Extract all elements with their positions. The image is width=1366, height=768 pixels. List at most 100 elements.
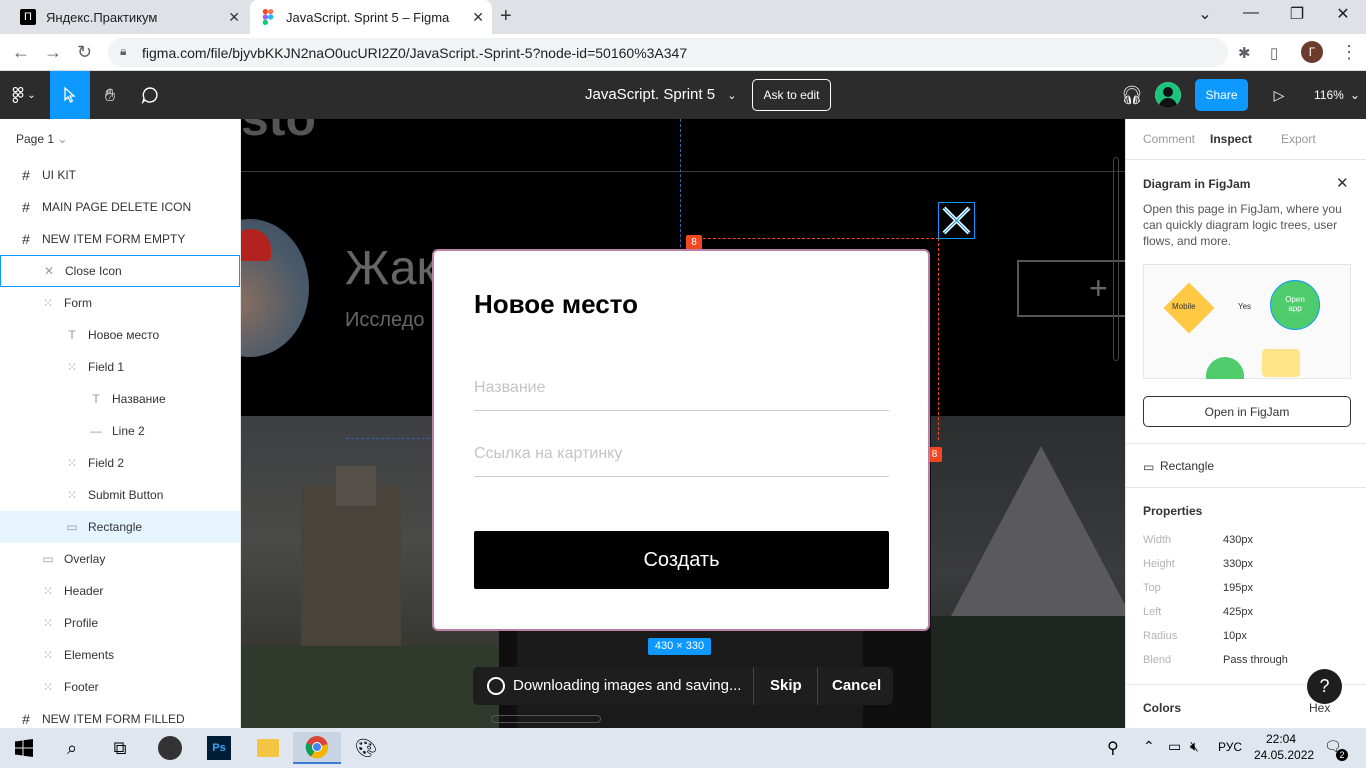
url-text: figma.com/file/bjyvbKKJN2naO0ucURI2Z0/Ja… [142, 44, 688, 61]
layer-item[interactable]: T Название [0, 383, 240, 415]
loading-spinner-icon [487, 677, 505, 695]
menu-kebab-icon[interactable]: ⋮ [1340, 42, 1358, 63]
chrome-icon[interactable] [293, 732, 341, 764]
layer-item[interactable]: ⁙ Field 1 [0, 351, 240, 383]
maximize-icon[interactable]: ❐ [1274, 4, 1320, 24]
clock-date[interactable]: 24.05.2022 [1254, 748, 1314, 762]
file-explorer-icon[interactable] [244, 732, 292, 764]
extensions-icon[interactable]: ✱ [1238, 44, 1251, 62]
layer-item[interactable]: ⁙ Footer [0, 671, 240, 703]
present-play-icon[interactable]: ▷ [1259, 71, 1299, 119]
property-label: Top [1143, 582, 1161, 594]
canvas[interactable]: sto Жак Исследо + 8 8 Новое место Назван… [241, 119, 1125, 728]
hand-tool-icon[interactable]: ✋︎ [90, 71, 130, 119]
layer-type-icon: ⁙ [42, 296, 54, 310]
layer-item[interactable]: ⁙ Elements [0, 639, 240, 671]
layer-item[interactable]: ⁙ Submit Button [0, 479, 240, 511]
figjam-preview: Mobile Yes Open app [1143, 264, 1351, 379]
close-icon[interactable]: ✕ [1336, 174, 1349, 192]
profile-avatar[interactable]: Г [1301, 41, 1323, 63]
layer-item[interactable]: ⁙ Header [0, 575, 240, 607]
layer-item[interactable]: # MAIN PAGE DELETE ICON [0, 191, 240, 223]
zoom-level[interactable]: 116% ⌄ [1314, 88, 1360, 102]
minimize-icon[interactable]: — [1228, 4, 1274, 22]
photoshop-icon[interactable]: Ps [195, 732, 243, 764]
browser-tab-strip: П Яндекс.Практикум ✕ JavaScript. Sprint … [0, 0, 1366, 34]
share-button[interactable]: Share [1195, 79, 1248, 111]
tray-chevron-icon[interactable]: ⌃ [1143, 738, 1155, 755]
forward-icon[interactable]: → [44, 42, 62, 63]
yandex-browser-icon[interactable] [146, 732, 194, 764]
layer-item[interactable]: # UI KIT [0, 159, 240, 191]
canvas-scrollbar[interactable] [1113, 157, 1119, 361]
layer-item[interactable]: ⁙ Field 2 [0, 447, 240, 479]
ask-to-edit-button[interactable]: Ask to edit [752, 79, 831, 111]
audio-headphones-icon[interactable]: 🎧︎ [1112, 71, 1152, 119]
layer-item[interactable]: ⁙ Profile [0, 607, 240, 639]
name-field[interactable]: Название [474, 379, 889, 411]
layer-item[interactable]: ▭ Rectangle [0, 511, 240, 543]
people-icon[interactable]: ⚲ [1107, 738, 1119, 758]
comment-tool-icon[interactable] [130, 71, 170, 119]
user-avatar[interactable] [1155, 82, 1181, 108]
card-photo-mountains [931, 416, 1125, 728]
task-view-icon[interactable]: ⧉ [96, 732, 144, 764]
volume-muted-icon[interactable]: 🔇︎ [1190, 738, 1199, 755]
toast-divider [753, 667, 754, 705]
layer-item[interactable]: — Line 2 [0, 415, 240, 447]
layer-item[interactable]: ✕ Close Icon [0, 255, 240, 287]
side-panel-icon[interactable]: ▯ [1270, 44, 1278, 62]
layer-type-icon: T [92, 392, 100, 406]
layer-type-icon: ⁙ [66, 360, 78, 374]
tab-search-icon[interactable]: ⌄ [1182, 4, 1228, 24]
reload-icon[interactable]: ↻ [77, 42, 92, 63]
close-icon[interactable] [938, 202, 975, 239]
praktikum-favicon-icon: П [20, 9, 36, 25]
colors-title: Colors [1143, 701, 1182, 715]
paint-icon[interactable]: 🎨︎ [342, 732, 390, 764]
browser-tab-figma[interactable]: JavaScript. Sprint 5 – Figma ✕ [250, 0, 492, 34]
property-label: Width [1143, 534, 1172, 546]
search-icon[interactable]: ⌕ [48, 732, 96, 764]
layer-item[interactable]: ⁙ Form [0, 287, 240, 319]
preview-sticky [1262, 349, 1300, 377]
spacing-line-horizontal [693, 238, 939, 239]
close-tab-icon[interactable]: ✕ [472, 9, 484, 26]
language-indicator[interactable]: РУС [1218, 740, 1242, 754]
submit-button[interactable]: Создать [474, 531, 889, 589]
new-tab-icon[interactable]: + [500, 5, 512, 28]
help-button[interactable]: ? [1307, 669, 1342, 704]
back-icon[interactable]: ← [12, 42, 30, 63]
page-name: Page 1 [16, 132, 55, 146]
tab-comment[interactable]: Comment [1143, 132, 1195, 146]
layer-item[interactable]: # NEW ITEM FORM EMPTY [0, 223, 240, 255]
layer-label: Line 2 [112, 424, 145, 438]
page-selector[interactable]: Page 1 ⌄ [16, 132, 67, 146]
layer-type-icon: # [22, 711, 30, 727]
open-in-figjam-button[interactable]: Open in FigJam [1143, 396, 1351, 427]
layer-label: Footer [64, 680, 99, 694]
tab-export[interactable]: Export [1281, 132, 1316, 146]
header-divider [241, 171, 1125, 172]
windows-start-icon[interactable] [0, 732, 48, 764]
layer-item[interactable]: ▭ Overlay [0, 543, 240, 575]
close-tab-icon[interactable]: ✕ [228, 9, 240, 26]
url-input[interactable]: 🔒︎ figma.com/file/bjyvbKKJN2naO0ucURI2Z0… [108, 38, 1228, 67]
move-tool-icon[interactable] [50, 71, 90, 119]
file-title[interactable]: JavaScript. Sprint 5 ⌄ [585, 86, 736, 103]
horizontal-scrollbar[interactable] [491, 715, 601, 723]
layer-type-icon: — [90, 424, 102, 438]
layer-item[interactable]: T Новое место [0, 319, 240, 351]
close-window-icon[interactable]: ✕ [1320, 4, 1366, 24]
figma-menu-icon[interactable]: ⌄ [4, 71, 44, 119]
layer-type-icon: # [22, 231, 30, 247]
clock-time[interactable]: 22:04 [1266, 732, 1296, 746]
battery-icon[interactable]: ▭ [1168, 738, 1181, 755]
layer-type-icon: ⁙ [66, 488, 78, 502]
cancel-button[interactable]: Cancel [832, 677, 881, 694]
layer-label: NEW ITEM FORM FILLED [42, 712, 185, 726]
browser-tab-praktikum[interactable]: П Яндекс.Практикум ✕ [8, 0, 248, 34]
tab-inspect[interactable]: Inspect [1210, 132, 1252, 146]
skip-button[interactable]: Skip [770, 677, 802, 694]
link-field[interactable]: Ссылка на картинку [474, 445, 889, 477]
